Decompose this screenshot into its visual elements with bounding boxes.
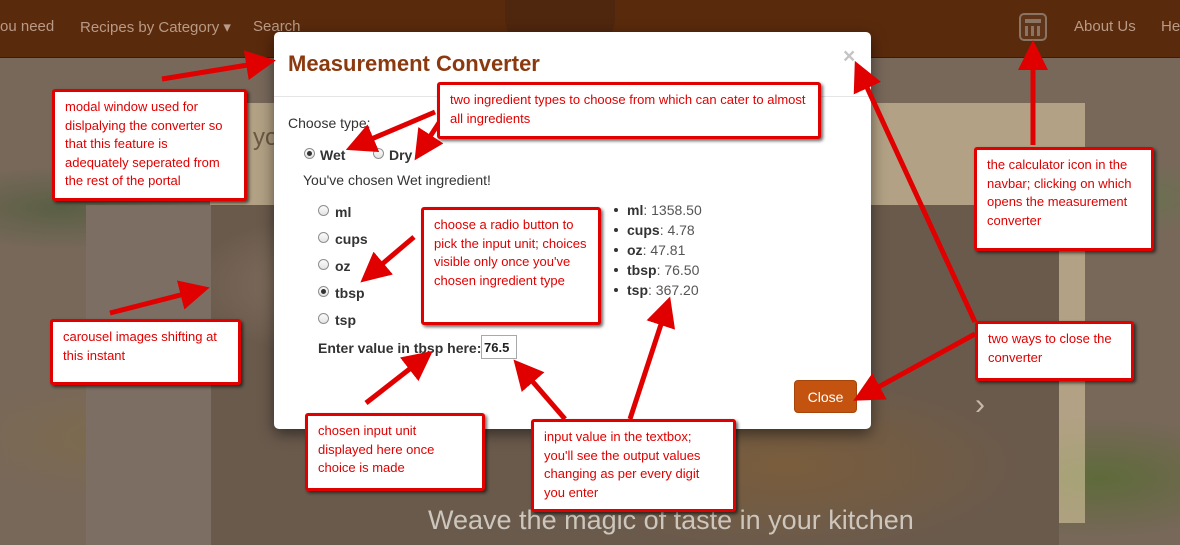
note-ingredient-types: two ingredient types to choose from whic… [437, 82, 821, 139]
note-chosen-unit: chosen input unit displayed here once ch… [305, 413, 485, 491]
note-modal-window: modal window used for dislpalying the co… [52, 89, 247, 201]
note-calculator-icon: the calculator icon in the navbar; click… [974, 147, 1154, 251]
note-input-value: input value in the textbox; you'll see t… [531, 419, 736, 512]
note-radio-buttons: choose a radio button to pick the input … [421, 207, 601, 325]
note-close-ways: two ways to close the converter [975, 321, 1134, 381]
note-carousel: carousel images shifting at this instant [50, 319, 241, 385]
